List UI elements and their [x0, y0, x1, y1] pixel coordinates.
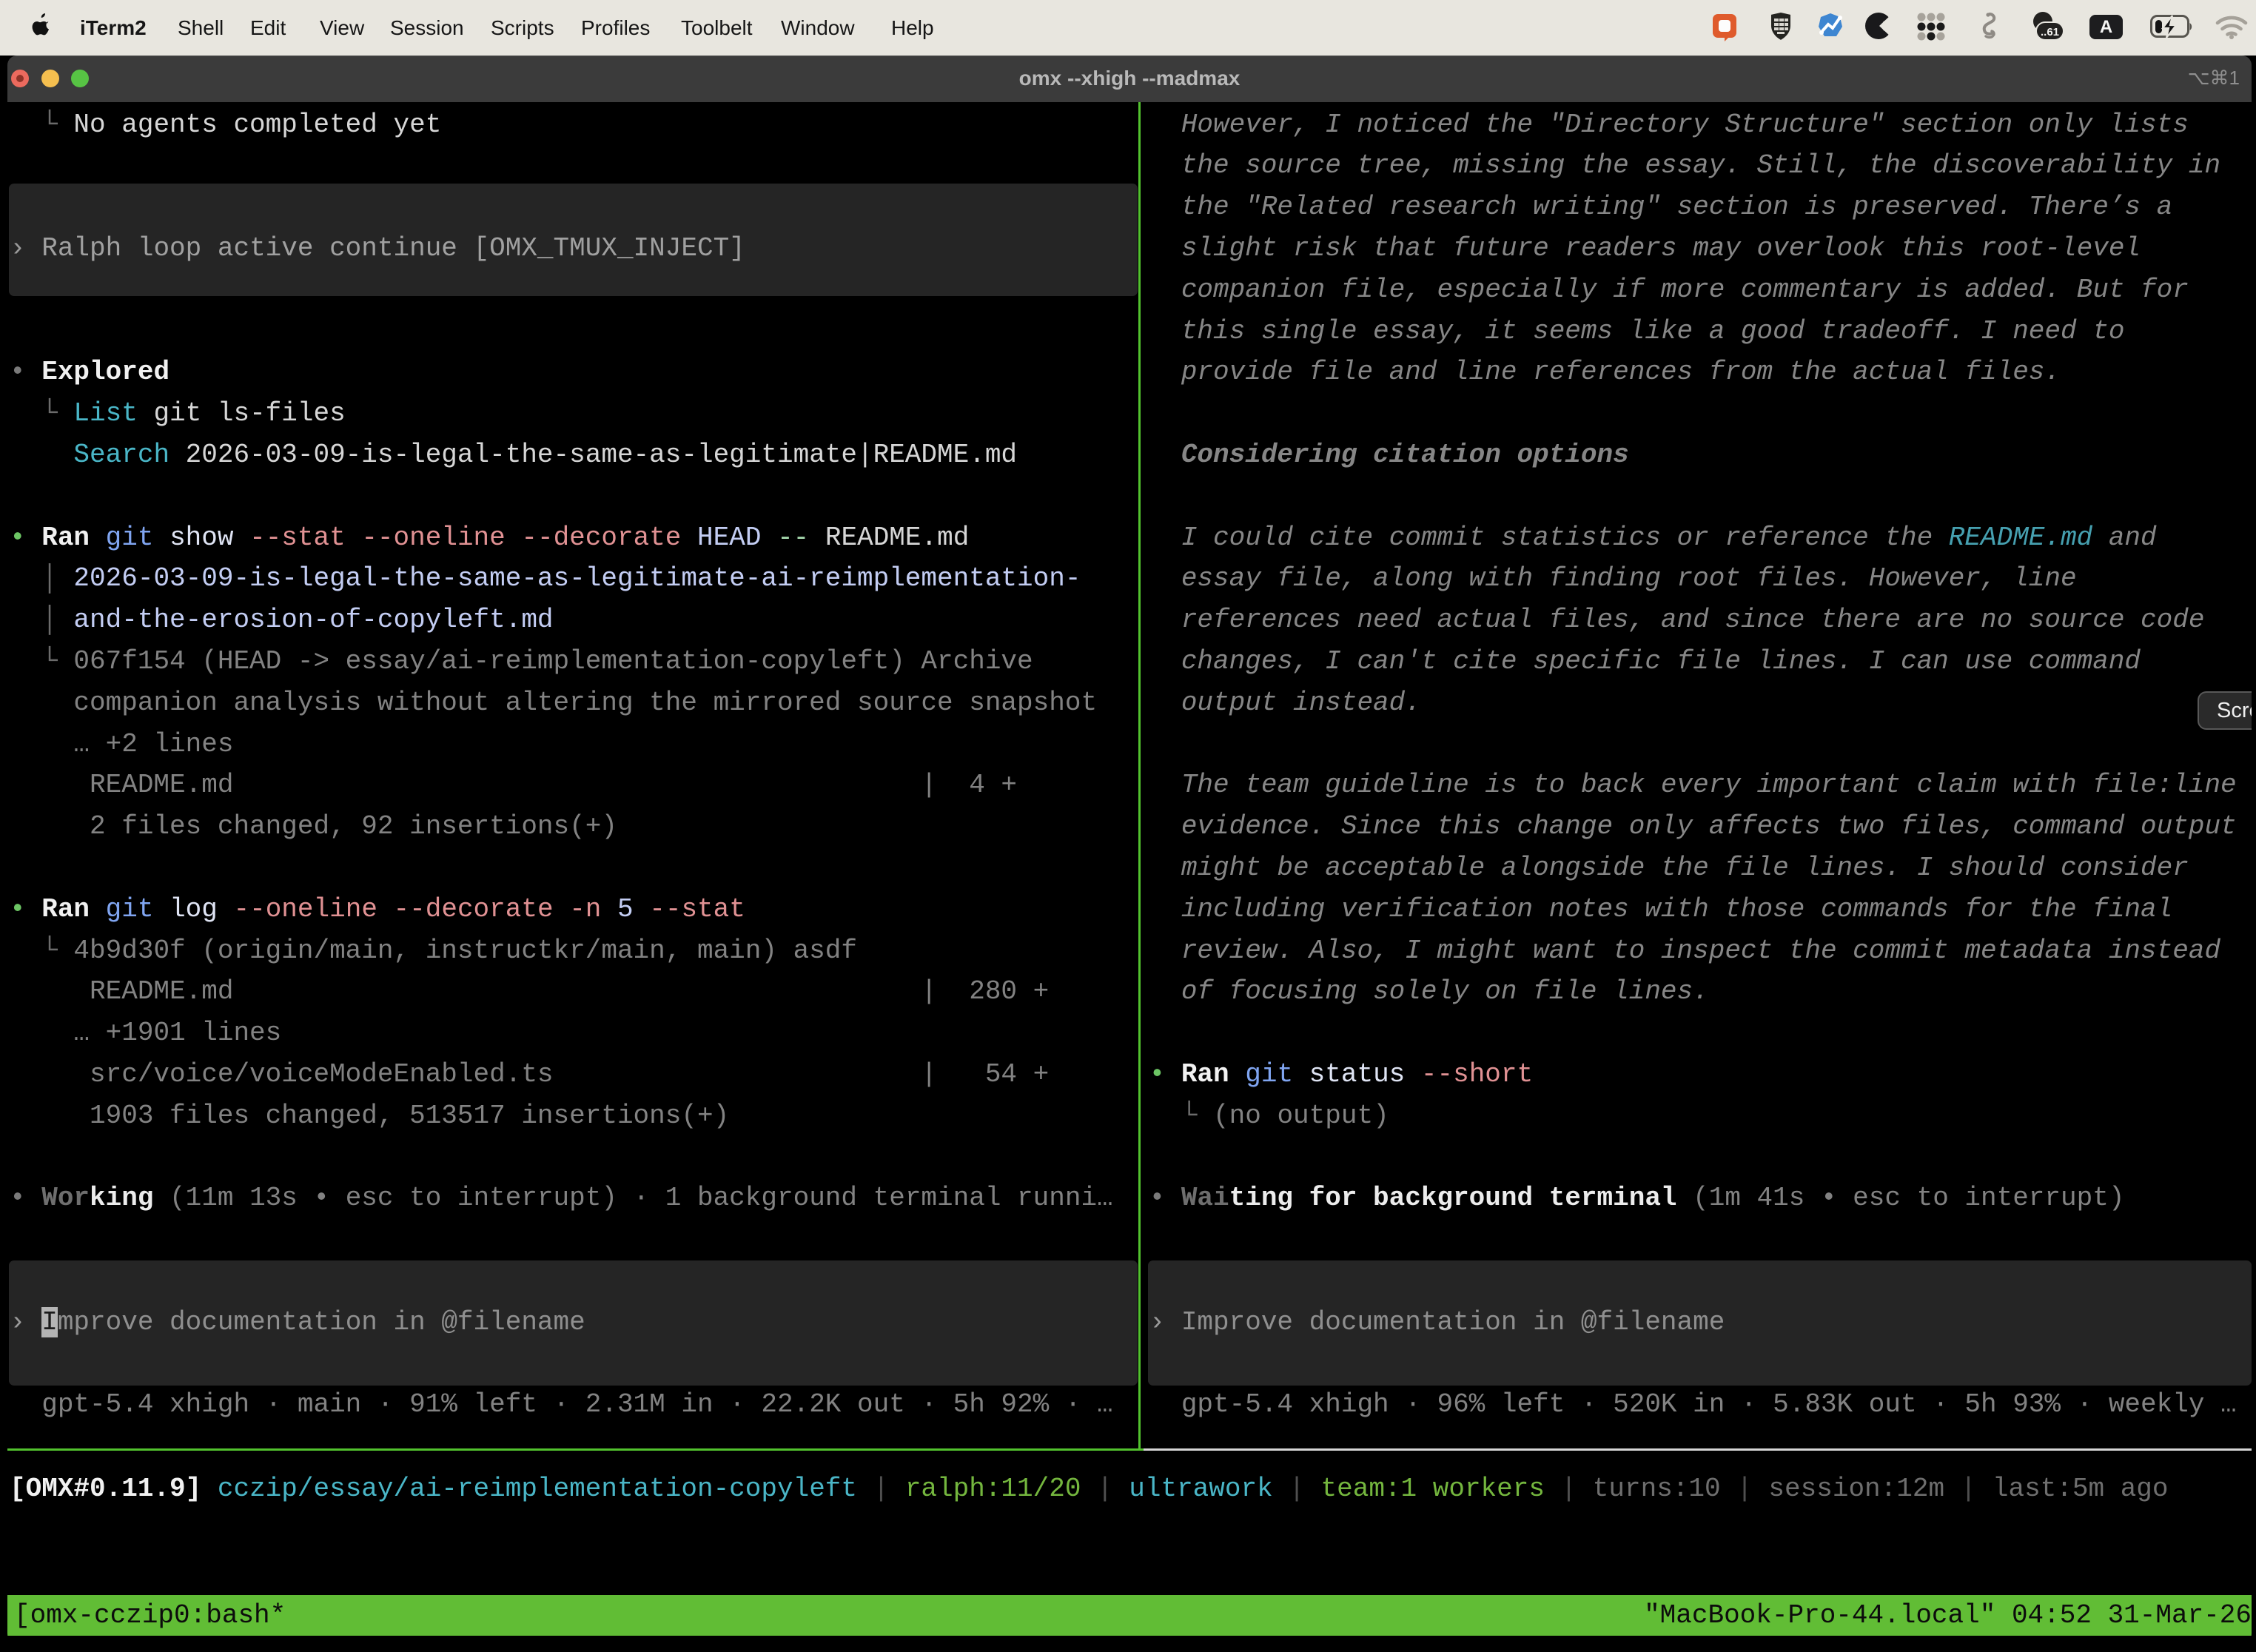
svg-text:..61: ..61 [2041, 26, 2059, 38]
